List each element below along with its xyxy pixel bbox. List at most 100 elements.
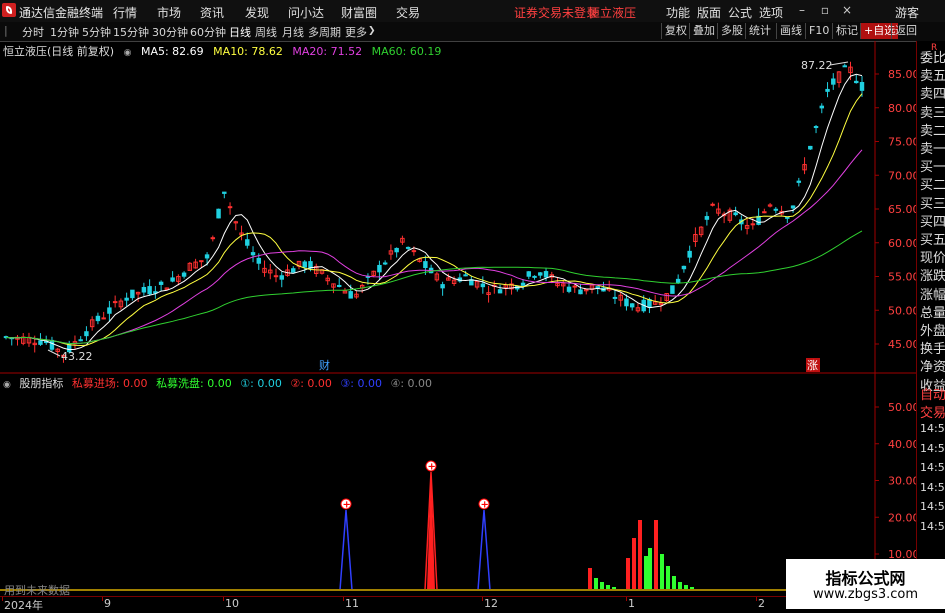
candle-body bbox=[291, 268, 296, 273]
sub-legend: ◉ 股朋指标 私募进场: 0.00 私募洗盘: 0.00 ①: 0.00 ②: … bbox=[3, 375, 437, 391]
candle-body bbox=[130, 289, 135, 299]
quote-panel-label: 现价 bbox=[920, 251, 945, 267]
candle-body bbox=[854, 80, 859, 84]
candle-body bbox=[819, 105, 825, 109]
candle-body bbox=[147, 286, 152, 295]
candle-body bbox=[463, 274, 468, 277]
histogram-bar bbox=[626, 558, 630, 590]
candle-body bbox=[411, 250, 417, 253]
candle-body bbox=[762, 211, 767, 214]
candle-body bbox=[831, 78, 836, 85]
candle-body bbox=[497, 289, 503, 294]
candle-body bbox=[394, 247, 399, 253]
candle-body bbox=[813, 126, 819, 129]
date-label: 9 bbox=[104, 597, 111, 610]
quote-panel-label: 委比 bbox=[920, 51, 945, 66]
candle-body bbox=[543, 271, 549, 278]
high-price-annotation: 87.22 bbox=[801, 59, 833, 72]
signal-plus-glyph: + bbox=[428, 462, 436, 473]
candle-body bbox=[612, 296, 618, 299]
legend-ma60: MA60: 60.19 bbox=[371, 45, 442, 58]
histogram-bar bbox=[666, 566, 670, 590]
quote-panel-label: 14:56 bbox=[920, 441, 945, 455]
candle-body bbox=[750, 223, 756, 226]
legend-ma5: MA5: 82.69 bbox=[140, 45, 204, 58]
quote-panel-label: 买五 bbox=[920, 233, 945, 248]
date-tick bbox=[102, 597, 103, 601]
histogram-bar bbox=[648, 548, 652, 590]
watermark: 指标公式网 www.zbgs3.com bbox=[786, 559, 945, 609]
histogram-bar bbox=[660, 554, 664, 590]
candle-body bbox=[842, 65, 847, 68]
quote-panel: R 委比 卖五 卖四 卖三 卖二 卖一 买一 买二 买三 买四 买五 现价 涨跌 涨幅 总量 外盘 换手 净资 收益自… bbox=[916, 41, 945, 609]
candle-body bbox=[279, 275, 284, 280]
quote-panel-label: 买二 bbox=[920, 178, 945, 194]
quote-panel-label: 卖二 bbox=[920, 123, 945, 139]
sublegend-s4: ④: 0.00 bbox=[390, 377, 433, 390]
histogram-bar bbox=[654, 520, 658, 590]
sub-label: 50.00 bbox=[888, 401, 920, 414]
sub-label: 20.00 bbox=[888, 511, 920, 524]
price-label: 70.00 bbox=[888, 169, 920, 182]
candle-body bbox=[204, 254, 210, 259]
quote-panel-label[interactable]: 自动 bbox=[920, 384, 945, 403]
rise-marker: 涨 bbox=[807, 359, 818, 372]
candle-body bbox=[84, 331, 89, 337]
candle-body bbox=[222, 191, 227, 194]
signal-plus-glyph: + bbox=[343, 500, 351, 511]
quote-panel-label: 卖五 bbox=[920, 69, 945, 85]
date-tick bbox=[223, 597, 224, 601]
date-label: 2 bbox=[758, 597, 765, 610]
candle-body bbox=[773, 208, 779, 211]
signal-spike bbox=[477, 509, 491, 591]
quote-panel-label: 买一 bbox=[920, 160, 945, 176]
legend-stock-name: 恒立液压(日线 前复权) bbox=[3, 45, 115, 58]
candle-body bbox=[405, 246, 411, 249]
histogram-bar bbox=[600, 582, 604, 590]
candle-body bbox=[170, 277, 175, 282]
sublegend-toggle-icon[interactable]: ◉ bbox=[3, 380, 11, 390]
candle-body bbox=[578, 289, 583, 295]
date-axis: 2024年 9 10 11 12 1 2 bbox=[0, 596, 916, 612]
candle-body bbox=[675, 278, 681, 284]
finance-marker: 财 bbox=[319, 358, 330, 372]
price-label: 55.00 bbox=[888, 271, 920, 284]
candle-body bbox=[733, 212, 738, 216]
candle-body bbox=[629, 303, 635, 308]
date-label: 10 bbox=[225, 597, 239, 610]
ma20-line bbox=[5, 149, 863, 345]
histogram-bar bbox=[638, 520, 642, 590]
sub-label: 30.00 bbox=[888, 475, 920, 488]
price-label: 85.00 bbox=[888, 68, 920, 81]
quote-panel-label[interactable]: 交易 bbox=[920, 402, 945, 421]
candle-body bbox=[785, 216, 790, 219]
legend-ma10: MA10: 78.62 bbox=[213, 45, 283, 58]
candle-body bbox=[308, 261, 313, 269]
quote-panel-label: 外盘 bbox=[920, 324, 945, 339]
candle-body bbox=[595, 286, 600, 289]
candle-body bbox=[825, 88, 830, 92]
quote-panel-label: 14:56 bbox=[920, 500, 945, 514]
candle-body bbox=[687, 250, 692, 258]
price-label: 80.00 bbox=[888, 102, 920, 115]
date-tick bbox=[756, 597, 757, 601]
date-label: 1 bbox=[628, 597, 635, 610]
quote-panel-label: 卖三 bbox=[920, 105, 945, 121]
histogram-bar bbox=[672, 576, 676, 590]
ma60-line bbox=[5, 230, 863, 345]
candle-body bbox=[756, 215, 761, 225]
candle-body bbox=[670, 285, 675, 294]
candle-body bbox=[256, 257, 262, 264]
high-arrow bbox=[829, 61, 849, 66]
candle-body bbox=[681, 265, 687, 270]
legend-toggle-icon[interactable]: ◉ bbox=[124, 48, 132, 58]
candle-body bbox=[250, 252, 256, 256]
quote-panel-label: 涨幅 bbox=[920, 287, 945, 303]
kline-chart[interactable]: + + + 85.00 80.00 75.00 70.00 65.00 60.00 55.00 5… bbox=[0, 0, 945, 609]
candle-body bbox=[647, 299, 652, 308]
candle-body bbox=[210, 237, 216, 240]
candle-body bbox=[538, 272, 543, 276]
candle-body bbox=[790, 205, 796, 209]
candle-body bbox=[624, 298, 629, 307]
candle-body bbox=[107, 307, 112, 314]
